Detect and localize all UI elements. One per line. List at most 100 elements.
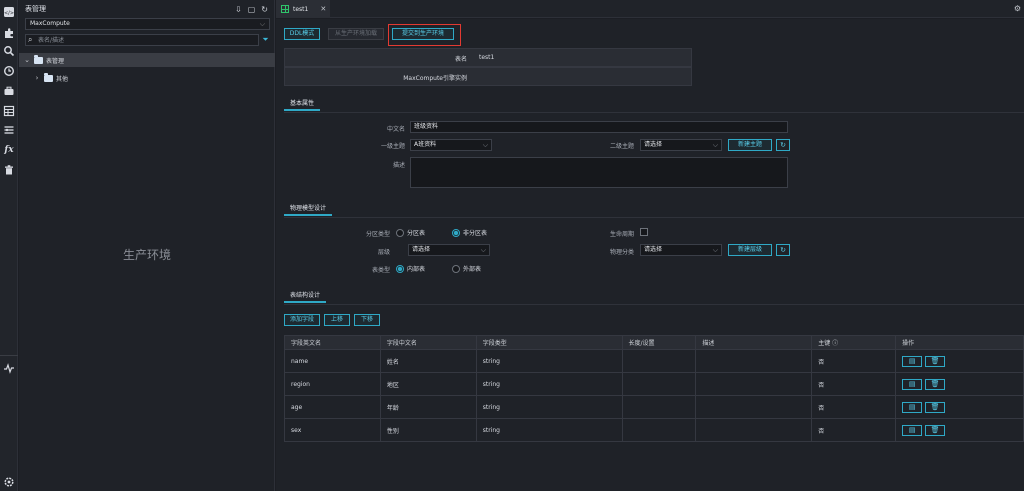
function-icon[interactable]: fx: [3, 144, 15, 156]
field-table: 字段英文名 字段中文名 字段类型 长度/设置 描述 主键 ⓘ 操作 name 姓…: [284, 335, 1024, 442]
description-textarea[interactable]: [410, 157, 788, 188]
field-cn-name[interactable]: 性别: [379, 418, 477, 442]
field-length[interactable]: [621, 349, 697, 373]
chevron-down-icon: ⌵: [712, 246, 718, 254]
internal-table-radio[interactable]: 内部表: [396, 264, 425, 273]
new-file-icon[interactable]: ▢: [248, 5, 256, 14]
layer-value: 请选择: [412, 246, 431, 253]
tree-search-input[interactable]: [38, 35, 253, 45]
list-settings-icon[interactable]: [3, 124, 15, 136]
field-en-name[interactable]: region: [284, 372, 381, 396]
clock-icon[interactable]: [3, 65, 15, 77]
structure-section-title[interactable]: 表结构设计: [284, 291, 327, 303]
code-icon[interactable]: </>: [3, 6, 15, 18]
new-layer-button[interactable]: 新建层级: [728, 244, 772, 256]
chevron-down-icon: ⌵: [480, 246, 486, 254]
engine-select-value: MaxCompute: [30, 20, 70, 27]
load-from-prod-button[interactable]: 从生产环境加载: [328, 28, 384, 40]
table-icon[interactable]: [3, 105, 15, 117]
tree-item-other[interactable]: › 其他: [19, 71, 275, 85]
layer-select[interactable]: 请选择 ⌵: [408, 244, 490, 256]
lifecycle-checkbox[interactable]: [640, 228, 648, 236]
non-partitioned-radio[interactable]: 非分区表: [452, 228, 487, 237]
field-type[interactable]: string: [475, 372, 623, 396]
pulse-icon[interactable]: [3, 362, 15, 374]
external-table-radio[interactable]: 外部表: [452, 264, 481, 273]
field-desc[interactable]: [695, 418, 813, 442]
ddl-mode-button[interactable]: DDL模式: [284, 28, 320, 40]
engine-select[interactable]: MaxCompute ⌵: [25, 18, 270, 30]
level1-topic-value: A班资料: [414, 141, 437, 148]
refresh-icon[interactable]: ↻: [261, 5, 268, 14]
tree-item-table-management[interactable]: ⌄ 表管理: [19, 53, 275, 67]
edit-icon[interactable]: ▤: [902, 401, 923, 413]
non-partitioned-label: 非分区表: [463, 230, 488, 237]
search-icon[interactable]: [3, 45, 15, 57]
edit-icon[interactable]: ▤: [902, 355, 923, 367]
physical-category-select[interactable]: 请选择 ⌵: [640, 244, 722, 256]
lifecycle-label: 生命周期: [609, 231, 634, 238]
table-row: sex 性别 string 否 ▤ 🗑: [284, 418, 1024, 442]
field-cn-name[interactable]: 地区: [379, 372, 477, 396]
field-length[interactable]: [621, 418, 697, 442]
partitioned-radio[interactable]: 分区表: [396, 228, 425, 237]
radio-dot: [396, 228, 404, 237]
delete-icon[interactable]: 🗑: [925, 401, 946, 413]
chevron-right-icon[interactable]: ›: [33, 74, 41, 82]
basic-section-title[interactable]: 基本属性: [284, 99, 321, 111]
field-pk[interactable]: 否: [811, 418, 897, 442]
field-en-name[interactable]: name: [284, 349, 381, 373]
refresh-layer-icon[interactable]: ↻: [776, 244, 790, 256]
delete-icon[interactable]: 🗑: [925, 378, 946, 390]
tab-test1[interactable]: test1 ✕: [276, 0, 330, 18]
physical-section-title[interactable]: 物理模型设计: [284, 204, 333, 216]
filter-icon[interactable]: ⏷: [260, 34, 271, 46]
delete-icon[interactable]: 🗑: [925, 355, 946, 367]
level1-topic-select[interactable]: A班资料 ⌵: [410, 139, 492, 151]
column-header: 主键 ⓘ: [811, 335, 897, 350]
close-icon[interactable]: ✕: [320, 5, 326, 13]
refresh-topic-icon[interactable]: ↻: [776, 139, 790, 151]
puzzle-icon[interactable]: [3, 27, 15, 39]
chevron-down-icon: ⌵: [712, 141, 718, 149]
field-pk[interactable]: 否: [811, 349, 897, 373]
chevron-down-icon[interactable]: ⌄: [23, 56, 31, 64]
delete-icon[interactable]: 🗑: [925, 424, 946, 436]
level2-topic-select[interactable]: 请选择 ⌵: [640, 139, 722, 151]
field-desc[interactable]: [695, 395, 813, 419]
field-pk[interactable]: 否: [811, 395, 897, 419]
field-length[interactable]: [621, 395, 697, 419]
edit-icon[interactable]: ▤: [902, 378, 923, 390]
field-pk[interactable]: 否: [811, 372, 897, 396]
engine-instance-label: MaxCompute引擎实例: [403, 75, 467, 82]
field-desc[interactable]: [695, 349, 813, 373]
briefcase-icon[interactable]: [3, 85, 15, 97]
settings-icon[interactable]: [3, 476, 15, 488]
edit-icon[interactable]: ▤: [902, 424, 923, 436]
move-down-button[interactable]: 下移: [354, 314, 380, 326]
field-actions: ▤ 🗑: [895, 372, 1024, 396]
field-cn-name[interactable]: 年龄: [379, 395, 477, 419]
import-icon[interactable]: ⇩: [235, 5, 242, 14]
new-topic-button[interactable]: 新建主题: [728, 139, 772, 151]
field-en-name[interactable]: age: [284, 395, 381, 419]
field-en-name[interactable]: sex: [284, 418, 381, 442]
cn-name-input[interactable]: 班级资料: [410, 121, 788, 133]
field-cn-name[interactable]: 姓名: [379, 349, 477, 373]
tree-search: ⌕: [25, 34, 259, 46]
level2-topic-value: 请选择: [644, 141, 663, 148]
field-type[interactable]: string: [475, 349, 623, 373]
field-type[interactable]: string: [475, 395, 623, 419]
level2-topic-label: 二级主题: [609, 143, 634, 150]
add-field-button[interactable]: 添加字段: [284, 314, 320, 326]
rail-divider: [0, 355, 18, 356]
settings-icon[interactable]: ⚙: [1014, 4, 1021, 13]
trash-icon[interactable]: [3, 164, 15, 176]
field-type[interactable]: string: [475, 418, 623, 442]
layer-label: 层级: [377, 249, 390, 256]
field-length[interactable]: [621, 372, 697, 396]
field-desc[interactable]: [695, 372, 813, 396]
move-up-button[interactable]: 上移: [324, 314, 350, 326]
table-row: name 姓名 string 否 ▤ 🗑: [284, 349, 1024, 373]
section-divider: [284, 217, 1024, 218]
